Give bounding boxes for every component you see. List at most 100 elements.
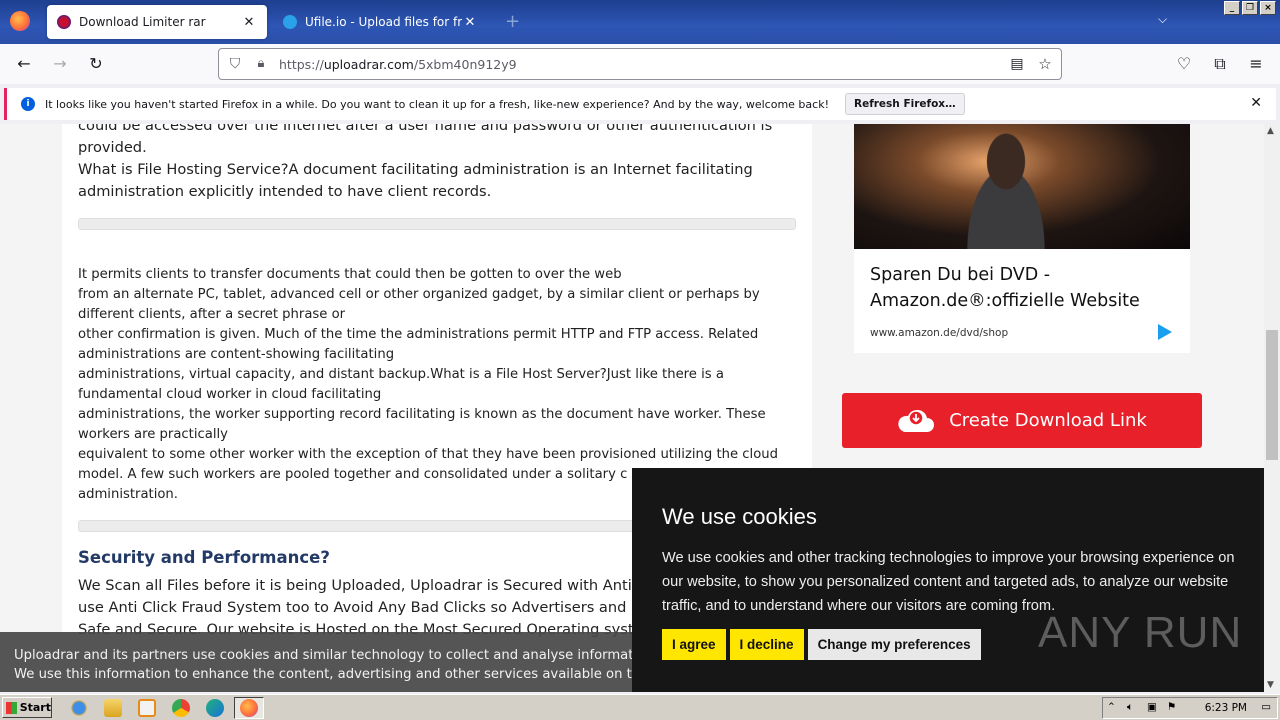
windows-logo-icon [6, 701, 17, 714]
paragraph-line: administrations, the worker supporting r… [78, 407, 766, 422]
uploadrar-favicon-icon [57, 15, 71, 29]
decline-button[interactable]: I decline [729, 629, 804, 660]
firefox-taskbar-button[interactable] [234, 697, 264, 719]
change-preferences-button[interactable]: Change my preferences [807, 629, 981, 660]
menu-icon[interactable]: ≡ [1246, 54, 1266, 74]
scroll-down-icon[interactable]: ▼ [1267, 680, 1274, 690]
reload-icon[interactable]: ↻ [86, 54, 106, 74]
url-domain: uploadrar.com [323, 57, 414, 72]
tab-title: Download Limiter rar [79, 15, 206, 29]
paragraph-line: administrations are content-showing faci… [78, 347, 395, 362]
ufile-favicon-icon [283, 15, 297, 29]
show-desktop-icon[interactable]: ▭ [1261, 701, 1271, 713]
paragraph-line: administration. [78, 487, 178, 502]
bookmark-star-icon[interactable]: ☆ [1035, 54, 1055, 74]
cookie-strip-line: We use this information to enhance the c… [14, 667, 632, 682]
close-notification-icon[interactable]: ✕ [1250, 95, 1262, 111]
url-text[interactable]: https://uploadrar.com/5xbm40n912y9 [279, 57, 517, 72]
chrome-icon[interactable] [172, 699, 190, 717]
back-arrow-icon[interactable]: ← [14, 54, 34, 74]
shield-icon[interactable]: ⛉ [225, 54, 245, 74]
ad-headline-line: Amazon.de®:offizielle Website [870, 291, 1140, 311]
url-path: /5xbm40n912y9 [413, 57, 517, 72]
notification-text: It looks like you haven't started Firefo… [45, 97, 829, 111]
cookie-title: We use cookies [662, 504, 817, 529]
tab-ufile[interactable]: Ufile.io - Upload files for free & sha ✕ [273, 5, 488, 39]
page-scrollbar[interactable]: ▲ ▼ [1264, 124, 1280, 692]
tab-strip: Download Limiter rar ✕ Ufile.io - Upload… [0, 0, 1280, 44]
clock[interactable]: 6:23 PM [1205, 702, 1247, 714]
refresh-notification: i It looks like you haven't started Fire… [4, 88, 1276, 120]
close-window-icon[interactable]: × [1260, 1, 1276, 15]
refresh-firefox-button[interactable]: Refresh Firefox… [844, 93, 965, 115]
paragraph-line: different clients, after a secret phrase… [78, 307, 346, 322]
tab-title: Ufile.io - Upload files for free & sha [305, 15, 462, 29]
info-icon: i [21, 97, 35, 111]
cookie-strip-line: Uploadrar and its partners use cookies a… [14, 648, 632, 663]
pocket-icon[interactable]: ♡ [1174, 54, 1194, 74]
window-controls: _ ❐ × [1224, 1, 1276, 15]
start-label: Start [19, 701, 51, 714]
cookie-consent-dialog: We use cookies We use cookies and other … [632, 468, 1264, 692]
minimize-icon[interactable]: _ [1224, 1, 1240, 15]
flag-icon[interactable]: ⚑ [1167, 701, 1176, 713]
create-download-link-button[interactable]: Create Download Link [842, 393, 1202, 448]
cookie-buttons: I agree I decline Change my preferences [662, 629, 981, 660]
tab-download-limiter[interactable]: Download Limiter rar ✕ [47, 5, 267, 39]
volume-icon[interactable]: 🔈︎ [1127, 701, 1133, 714]
reader-view-icon[interactable]: ▤ [1007, 54, 1027, 74]
paragraph-line: What is File Hosting Service?A document … [78, 161, 753, 178]
agree-button[interactable]: I agree [662, 629, 726, 660]
restore-icon[interactable]: ❐ [1242, 1, 1258, 15]
close-tab-icon[interactable]: ✕ [241, 15, 257, 30]
ie-icon[interactable] [70, 699, 88, 717]
list-all-tabs-icon[interactable]: ⌵ [1158, 12, 1167, 27]
paragraph-line: other confirmation is given. Much of the… [78, 327, 759, 342]
edge-icon[interactable] [206, 699, 224, 717]
start-button[interactable]: Start [2, 697, 52, 718]
extensions-icon[interactable]: ⧉ [1210, 54, 1230, 74]
paragraph-line: workers are practically [78, 427, 228, 442]
network-icon[interactable]: ▣ [1147, 701, 1157, 713]
ad-url[interactable]: www.amazon.de/dvd/shop [870, 327, 1008, 339]
lock-icon[interactable]: 🔒︎ [251, 54, 271, 74]
scroll-up-icon[interactable]: ▲ [1267, 126, 1274, 136]
system-tray: ⌃ 🔈︎ ▣ ⚑ 6:23 PM ▭ [1102, 697, 1278, 719]
adchoices-icon[interactable] [1158, 324, 1172, 340]
scrollbar-thumb[interactable] [1266, 330, 1278, 460]
url-bar[interactable]: ⛉ 🔒︎ https://uploadrar.com/5xbm40n912y9 … [218, 48, 1062, 80]
section-heading: Security and Performance? [78, 548, 330, 567]
paragraph-line: administrations, virtual capacity, and d… [78, 367, 724, 382]
cloud-download-icon [897, 408, 935, 434]
url-prefix: https:// [279, 57, 324, 72]
taskbar: Start ⌃ 🔈︎ ▣ ⚑ 6:23 PM ▭ [0, 694, 1280, 720]
paragraph-line: from an alternate PC, tablet, advanced c… [78, 287, 760, 302]
navigation-bar: ← → ↻ ⛉ 🔒︎ https://uploadrar.com/5xbm40n… [0, 44, 1280, 84]
new-tab-icon[interactable]: + [505, 11, 520, 32]
ad-headline-line: Sparen Du bei DVD - [870, 265, 1051, 285]
paragraph-line: could be accessed over the Internet afte… [78, 124, 773, 134]
paragraph-line: fundamental cloud worker in cloud facili… [78, 387, 382, 402]
tray-expand-icon[interactable]: ⌃ [1107, 701, 1116, 713]
firefox-icon[interactable] [10, 11, 30, 31]
paragraph-line: administration explicitly intended to ha… [78, 183, 492, 200]
paragraph-line: It permits clients to transfer documents… [78, 267, 622, 282]
paragraph-line: equivalent to some other worker with the… [78, 447, 779, 462]
anyrun-watermark: ANY RUN [1038, 608, 1243, 657]
cta-label: Create Download Link [949, 410, 1147, 431]
paragraph-line: model. A few such workers are pooled tog… [78, 467, 628, 482]
ad-photo[interactable] [854, 124, 1190, 249]
forward-arrow-icon[interactable]: → [50, 54, 70, 74]
paragraph-line: provided. [78, 139, 147, 156]
paragraph-line: use Anti Click Fraud System too to Avoid… [78, 599, 640, 616]
athlete-image [946, 124, 1066, 249]
folder-icon[interactable] [104, 699, 122, 717]
media-player-icon[interactable] [138, 699, 156, 717]
amazon-ad[interactable]: Sparen Du bei DVD - Amazon.de®:offizielle… [854, 124, 1190, 353]
paragraph-line: We Scan all Files before it is being Upl… [78, 577, 632, 594]
cookie-notice-strip: Uploadrar and its partners use cookies a… [0, 632, 632, 692]
close-tab-icon[interactable]: ✕ [462, 15, 478, 30]
divider-bar [78, 218, 796, 230]
firefox-taskbar-icon [240, 699, 258, 717]
ad-headline[interactable]: Sparen Du bei DVD - Amazon.de®:offizielle… [870, 262, 1140, 314]
